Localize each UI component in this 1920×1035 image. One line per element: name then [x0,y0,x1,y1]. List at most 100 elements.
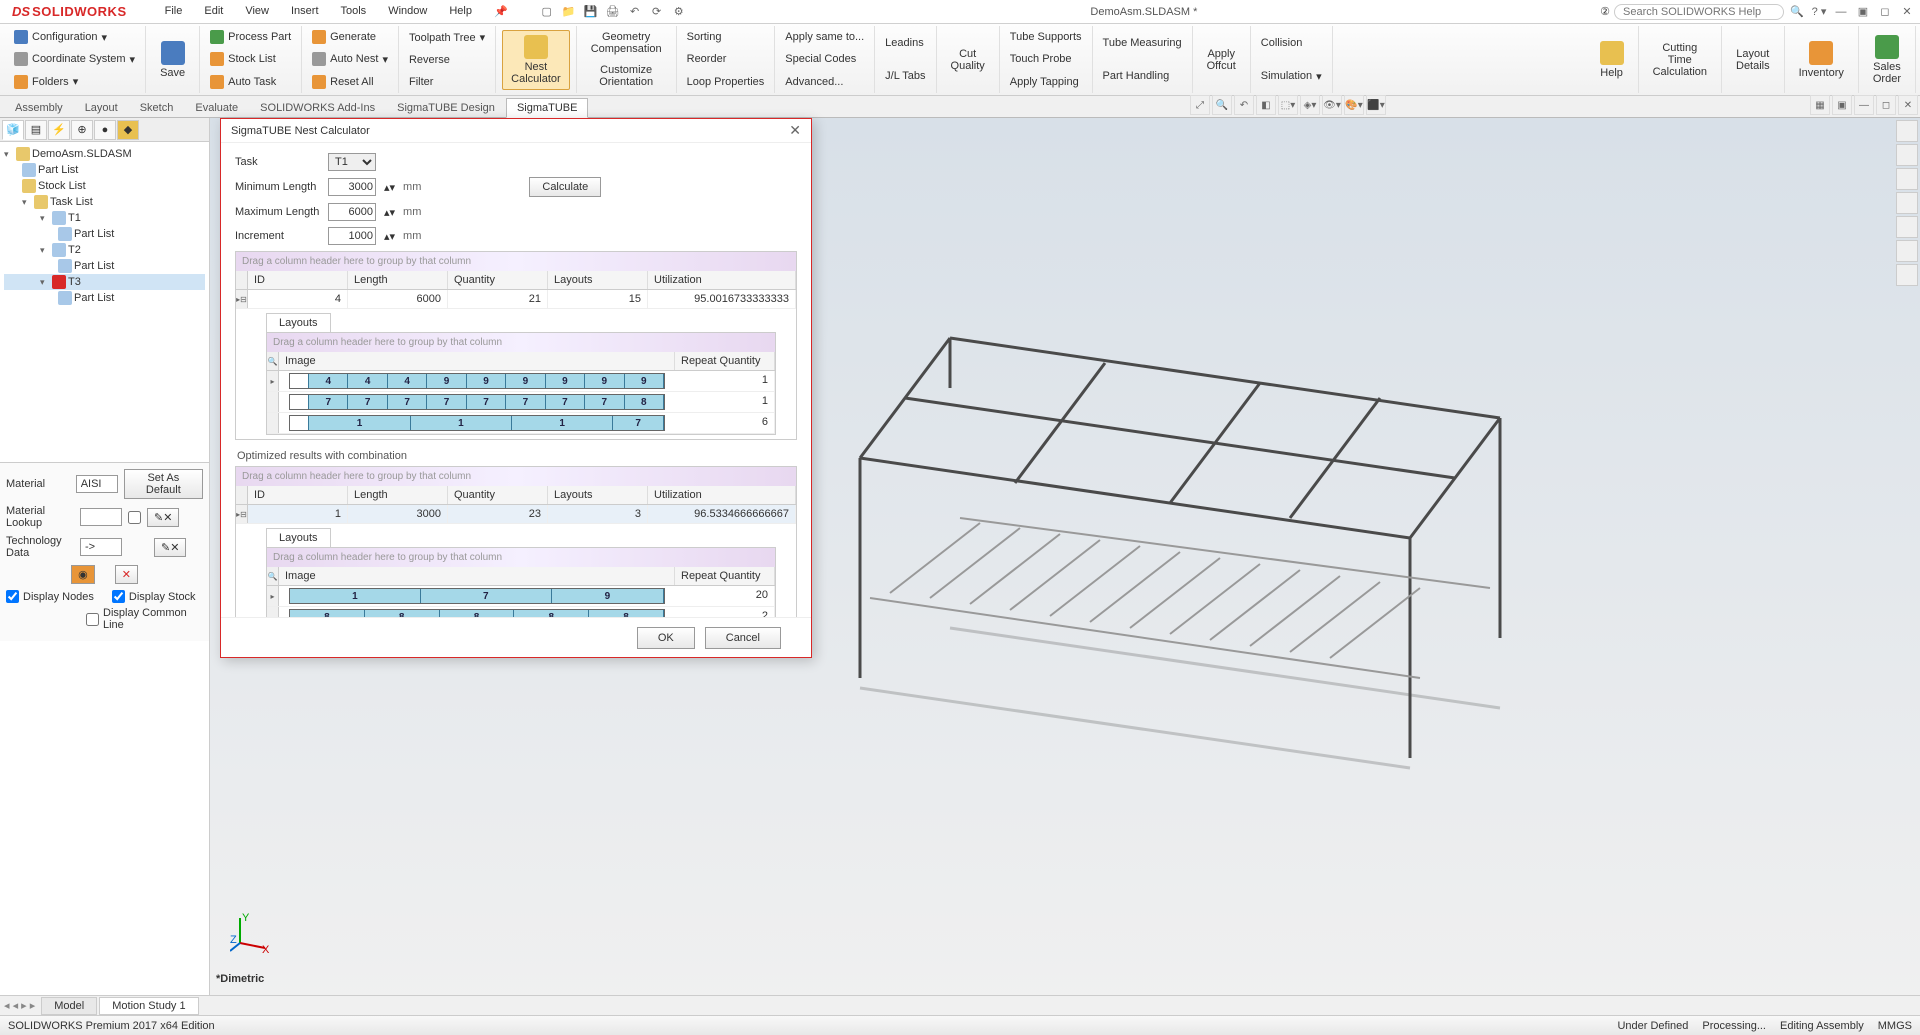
display-nodes-checkbox[interactable] [6,590,19,603]
taskpane-view-icon[interactable] [1896,192,1918,214]
scene-icon[interactable]: ⬛▾ [1366,95,1386,115]
apply-button[interactable]: ◉ [71,565,95,584]
stock-list-button[interactable]: Stock List [206,51,295,67]
row-expand-icon[interactable]: ▸⊟ [236,290,248,308]
display-stock-checkbox[interactable] [112,590,125,603]
pin-icon[interactable]: 📌 [484,2,518,21]
tab-sigmatube-design[interactable]: SigmaTUBE Design [386,98,506,117]
reorder-button[interactable]: Reorder [683,52,769,66]
sales-order-button[interactable]: Sales Order [1865,31,1909,89]
menu-help[interactable]: Help [439,2,482,21]
cancel-button[interactable]: Cancel [705,627,781,649]
dialog-close-icon[interactable]: ✕ [789,122,801,139]
auto-nest-button[interactable]: Auto Nest▾ [308,51,392,67]
display-tab-icon[interactable]: ● [94,120,116,140]
tube-supports-button[interactable]: Tube Supports [1006,30,1086,44]
qat-save-icon[interactable]: 💾 [582,4,600,20]
increment-input[interactable] [328,227,376,245]
tab-sigmatube[interactable]: SigmaTUBE [506,98,589,118]
tab-evaluate[interactable]: Evaluate [184,98,249,117]
taskpane-explorer-icon[interactable] [1896,168,1918,190]
folders-button[interactable]: Folders▾ [10,74,139,90]
dim-tab-icon[interactable]: ⊕ [71,120,93,140]
apply-tapping-button[interactable]: Apply Tapping [1006,75,1086,89]
sigma-tab-icon[interactable]: ◆ [117,120,139,140]
doc-max-icon[interactable]: ◻ [1876,95,1896,115]
menu-window[interactable]: Window [378,2,437,21]
close-icon[interactable]: ✕ [1898,4,1916,20]
apply-offcut-button[interactable]: Apply Offcut [1199,44,1244,76]
customize-orient-button[interactable]: Customize Orientation [583,60,670,92]
motion-study-tab[interactable]: Motion Study 1 [99,997,198,1015]
restore-icon[interactable]: ▣ [1854,4,1872,20]
simulation-button[interactable]: Simulation▾ [1257,69,1326,84]
loop-props-button[interactable]: Loop Properties [683,75,769,89]
tab-addins[interactable]: SOLIDWORKS Add-Ins [249,98,386,117]
window-cascade-icon[interactable]: ▣ [1832,95,1852,115]
qat-options-icon[interactable]: ⚙ [670,4,688,20]
layout-row[interactable]: ▸4449999991 [267,371,775,392]
feature-tree[interactable]: ▾DemoAsm.SLDASM Part List Stock List ▾Ta… [0,142,209,462]
prev-view-icon[interactable]: ↶ [1234,95,1254,115]
delete-button[interactable]: ✕ [115,565,138,584]
ok-button[interactable]: OK [637,627,695,649]
touch-probe-button[interactable]: Touch Probe [1006,52,1086,66]
menu-file[interactable]: File [155,2,193,21]
layout-row[interactable]: 7777777781 [267,392,775,413]
task-select[interactable]: T1 [328,153,376,171]
layout-row[interactable]: 888882 [267,607,775,617]
window-tile-icon[interactable]: ▦ [1810,95,1830,115]
status-units[interactable]: MMGS [1878,1020,1912,1032]
menu-tools[interactable]: Tools [331,2,377,21]
config-button[interactable]: Configuration▾ [10,29,139,45]
help-dropdown-icon[interactable]: ? ▾ [1810,4,1828,20]
part-handling-button[interactable]: Part Handling [1099,69,1186,83]
set-default-button[interactable]: Set As Default [124,469,203,499]
search-input[interactable] [1614,4,1784,20]
cut-quality-button[interactable]: Cut Quality [943,44,993,76]
advanced-button[interactable]: Advanced... [781,75,868,89]
maximize-icon[interactable]: ◻ [1876,4,1894,20]
layout-details-button[interactable]: Layout Details [1728,44,1778,76]
zoom-area-icon[interactable]: 🔍 [1212,95,1232,115]
doc-min-icon[interactable]: — [1854,95,1874,115]
reverse-button[interactable]: Reverse [405,53,489,67]
display-style-icon[interactable]: ◈▾ [1300,95,1320,115]
geom-comp-button[interactable]: Geometry Compensation [583,27,670,59]
tech-erase-button[interactable]: ✎✕ [154,538,186,557]
qat-rebuild-icon[interactable]: ⟳ [648,4,666,20]
hide-show-icon[interactable]: 👁▾ [1322,95,1342,115]
qat-open-icon[interactable]: 📁 [560,4,578,20]
help-button[interactable]: Help [1592,37,1632,83]
feature-tree-tab-icon[interactable]: 🧊 [2,120,24,140]
taskpane-forum-icon[interactable] [1896,264,1918,286]
menu-edit[interactable]: Edit [194,2,233,21]
cutting-time-button[interactable]: Cutting Time Calculation [1645,38,1715,82]
inventory-button[interactable]: Inventory [1791,37,1852,83]
config-tab-icon[interactable]: ⚡ [48,120,70,140]
auto-task-button[interactable]: Auto Task [206,74,295,90]
save-button[interactable]: Save [152,37,193,83]
taskpane-lib-icon[interactable] [1896,144,1918,166]
section-icon[interactable]: ◧ [1256,95,1276,115]
apply-same-button[interactable]: Apply same to... [781,30,868,44]
filter-button[interactable]: Filter [405,75,489,89]
layout-row[interactable]: ▸17920 [267,586,775,607]
tab-layout[interactable]: Layout [74,98,129,117]
minimize-icon[interactable]: — [1832,4,1850,20]
menu-insert[interactable]: Insert [281,2,329,21]
reset-all-button[interactable]: Reset All [308,74,392,90]
display-common-checkbox[interactable] [86,613,99,626]
collision-button[interactable]: Collision [1257,36,1326,50]
qat-print-icon[interactable]: 🖨 [604,4,622,20]
zoom-fit-icon[interactable]: ⤢ [1190,95,1210,115]
tube-measuring-button[interactable]: Tube Measuring [1099,36,1186,50]
sorting-button[interactable]: Sorting [683,30,769,44]
taskpane-props-icon[interactable] [1896,240,1918,262]
taskpane-appear-icon[interactable] [1896,216,1918,238]
min-length-input[interactable] [328,178,376,196]
coordsys-button[interactable]: Coordinate System▾ [10,51,139,67]
model-tab[interactable]: Model [41,997,97,1015]
leadins-button[interactable]: Leadins [881,36,929,50]
material-input[interactable] [76,475,118,493]
